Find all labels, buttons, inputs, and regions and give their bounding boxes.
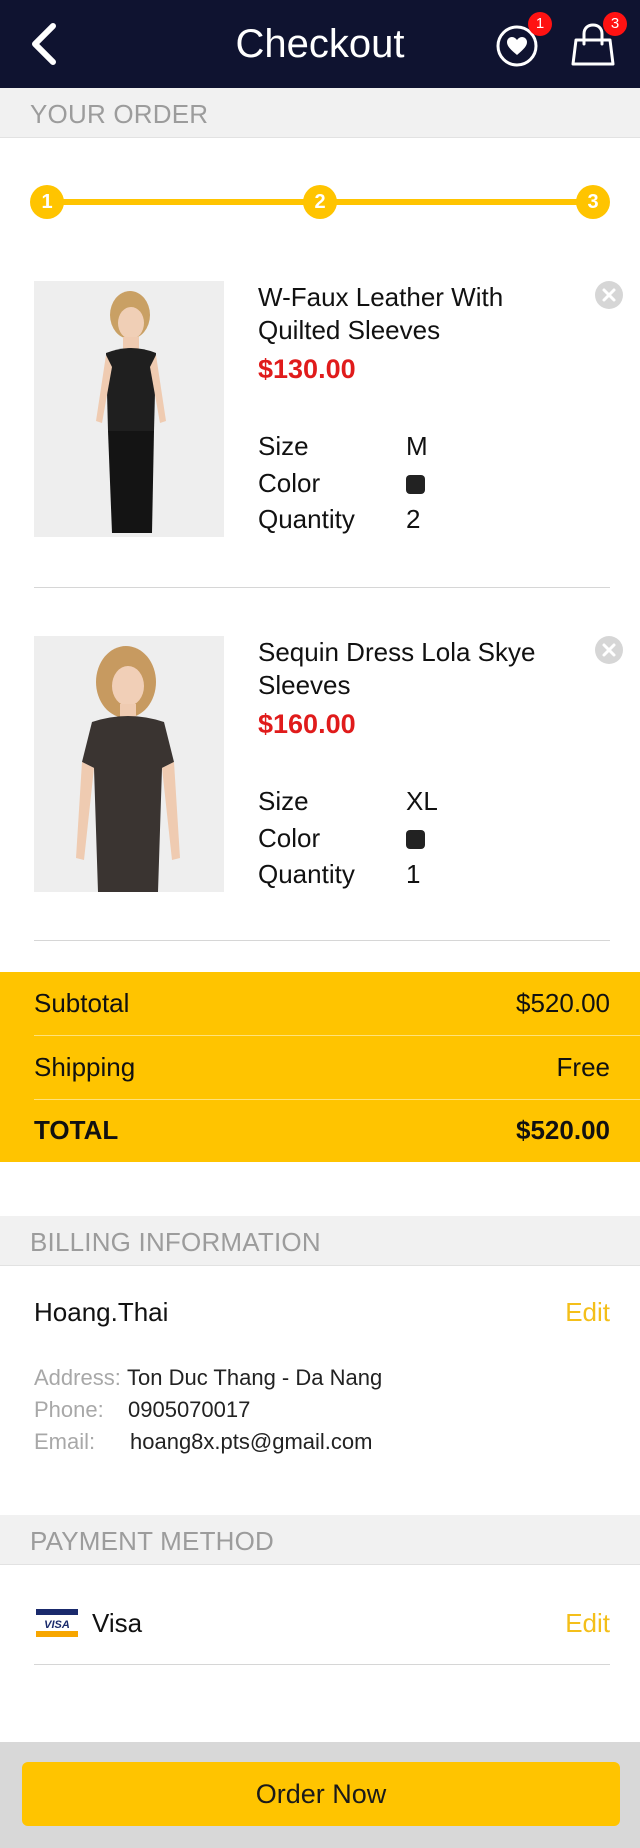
cart-count-badge: 3 (603, 12, 627, 36)
color-label: Color (258, 468, 321, 498)
footer-bar: Order Now (0, 1742, 640, 1848)
wishlist-count-badge: 1 (528, 12, 552, 36)
section-title-billing: BILLING INFORMATION (30, 1227, 321, 1257)
payment-divider (34, 1664, 610, 1665)
size-label: Size (258, 431, 309, 461)
quantity-value: 1 (406, 859, 421, 889)
color-swatch (406, 475, 425, 494)
size-value: M (406, 431, 428, 461)
shipping-row: Shipping Free (0, 1036, 640, 1099)
product-price: $160.00 (258, 709, 356, 739)
close-circle-icon (602, 643, 616, 657)
total-value: $520.00 (516, 1115, 610, 1145)
product-price: $130.00 (258, 354, 356, 384)
shipping-value: Free (556, 1052, 610, 1082)
progress-step-3[interactable]: 3 (576, 185, 610, 219)
order-item: W-Faux Leather With Quilted Sleeves $130… (34, 281, 623, 541)
product-image[interactable] (34, 281, 224, 537)
order-item: Sequin Dress Lola Skye Sleeves $160.00 S… (34, 636, 623, 896)
visa-card-icon: VISA (36, 1609, 78, 1637)
quantity-value: 2 (406, 504, 421, 534)
wishlist-button[interactable]: 1 (496, 12, 552, 68)
edit-billing-button[interactable]: Edit (565, 1296, 610, 1328)
shipping-label: Shipping (34, 1052, 136, 1082)
product-name[interactable]: W-Faux Leather With Quilted Sleeves (258, 281, 558, 347)
subtotal-value: $520.00 (516, 988, 610, 1018)
billing-name: Hoang.Thai (34, 1297, 169, 1327)
email-label: Email: (34, 1429, 96, 1454)
item-divider (34, 587, 610, 588)
section-header-billing: BILLING INFORMATION (0, 1216, 640, 1266)
section-title-payment: PAYMENT METHOD (30, 1526, 275, 1556)
quantity-label: Quantity (258, 504, 355, 534)
order-summary: Subtotal $520.00 Shipping Free TOTAL $52… (0, 972, 640, 1162)
section-title-order: YOUR ORDER (30, 99, 209, 129)
payment-method-label: Visa (92, 1608, 143, 1638)
size-label: Size (258, 786, 309, 816)
quantity-label: Quantity (258, 859, 355, 889)
subtotal-row: Subtotal $520.00 (0, 972, 640, 1035)
email-value: hoang8x.pts@gmail.com (130, 1429, 373, 1454)
chevron-left-icon (32, 23, 56, 65)
section-header-payment: PAYMENT METHOD (0, 1515, 640, 1565)
back-button[interactable] (24, 20, 64, 68)
product-image[interactable] (34, 636, 224, 892)
order-now-button[interactable]: Order Now (22, 1762, 620, 1826)
color-label: Color (258, 823, 321, 853)
subtotal-label: Subtotal (34, 988, 130, 1018)
checkout-progress: 1 2 3 (30, 185, 610, 219)
progress-step-1[interactable]: 1 (30, 185, 64, 219)
edit-payment-button[interactable]: Edit (565, 1607, 610, 1639)
app-header: Checkout 1 3 (0, 0, 640, 88)
phone-label: Phone: (34, 1397, 104, 1422)
close-circle-icon (602, 288, 616, 302)
total-label: TOTAL (34, 1115, 119, 1145)
remove-item-button[interactable] (595, 281, 623, 309)
visa-card-text: VISA (44, 1619, 70, 1631)
total-row: TOTAL $520.00 (0, 1099, 640, 1162)
section-header-order: YOUR ORDER (0, 88, 640, 138)
item-divider (34, 940, 610, 941)
address-label: Address: (34, 1365, 121, 1390)
color-swatch (406, 830, 425, 849)
progress-step-2[interactable]: 2 (303, 185, 337, 219)
remove-item-button[interactable] (595, 636, 623, 664)
address-value: Ton Duc Thang - Da Nang (127, 1365, 383, 1390)
cart-button[interactable]: 3 (571, 12, 627, 68)
size-value: XL (406, 786, 438, 816)
product-name[interactable]: Sequin Dress Lola Skye Sleeves (258, 636, 558, 702)
phone-value: 0905070017 (128, 1397, 251, 1422)
